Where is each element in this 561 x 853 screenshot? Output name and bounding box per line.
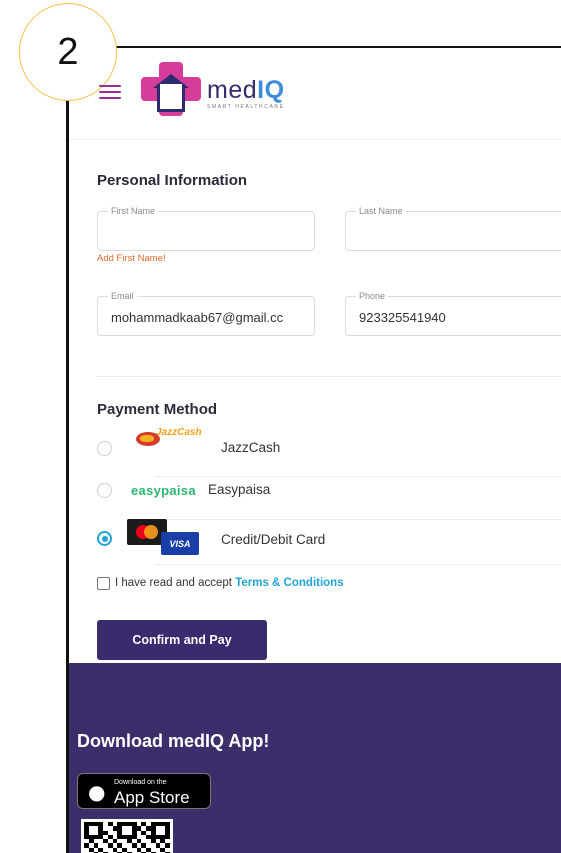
medical-cross-house-icon	[141, 62, 201, 116]
payment-method-title: Payment Method	[97, 401, 218, 418]
apple-icon: ●	[88, 780, 106, 804]
app-store-badge[interactable]: ● Download on the App Store	[77, 773, 211, 809]
easypaisa-radio[interactable]	[97, 483, 112, 498]
qr-code[interactable]	[81, 819, 173, 853]
jazzcash-label: JazzCash	[221, 440, 281, 455]
app-screen: medIQ SMART HEALTHCARE Personal Informat…	[66, 46, 561, 853]
phone-value: 923325541940	[359, 310, 446, 325]
card-radio-selected[interactable]	[97, 531, 112, 546]
app-header: medIQ SMART HEALTHCARE	[69, 48, 561, 140]
mastercard-visa-icon: VISA	[127, 519, 201, 555]
easypaisa-label: Easypaisa	[208, 482, 271, 497]
confirm-and-pay-button[interactable]: Confirm and Pay	[97, 620, 267, 660]
phone-field[interactable]: Phone 923325541940	[345, 291, 561, 336]
email-value: mohammadkaab67@gmail.cc	[111, 310, 284, 325]
first-name-label: First Name	[108, 206, 159, 217]
terms-checkbox[interactable]	[97, 577, 110, 590]
jazzcash-logo-icon: JazzCash	[136, 427, 202, 449]
app-footer: Download medIQ App! ● Download on the Ap…	[69, 663, 561, 853]
card-label: Credit/Debit Card	[221, 532, 326, 547]
last-name-label: Last Name	[356, 206, 406, 217]
hamburger-menu-icon[interactable]	[99, 85, 121, 99]
first-name-error: Add First Name!	[97, 253, 166, 264]
email-label: Email	[108, 291, 137, 302]
section-divider	[97, 376, 561, 377]
last-name-field[interactable]: Last Name	[345, 206, 561, 251]
phone-label: Phone	[356, 291, 389, 302]
personal-info-title: Personal Information	[97, 172, 248, 189]
brand-name: medIQ	[207, 76, 285, 104]
terms-text: I have read and accept Terms & Condition…	[115, 577, 344, 589]
email-field[interactable]: Email mohammadkaab67@gmail.cc	[97, 291, 315, 336]
mediq-logo[interactable]: medIQ SMART HEALTHCARE	[141, 62, 285, 116]
easypaisa-logo-icon: easypaisa	[131, 483, 196, 498]
jazzcash-radio[interactable]	[97, 441, 112, 456]
brand-tagline: SMART HEALTHCARE	[207, 104, 285, 110]
download-app-title: Download medIQ App!	[77, 731, 270, 751]
first-name-field[interactable]: First Name	[97, 206, 315, 251]
payment-option-card[interactable]: VISA Credit/Debit Card	[69, 511, 561, 565]
terms-link[interactable]: Terms & Conditions	[235, 577, 343, 589]
